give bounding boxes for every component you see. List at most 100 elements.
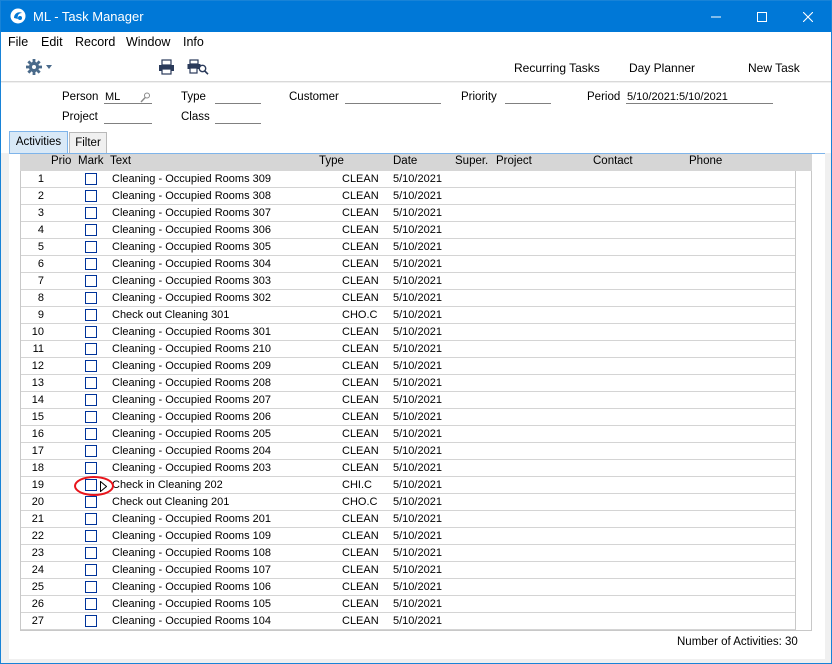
row-mark-checkbox[interactable] (85, 462, 97, 474)
menu-window[interactable]: Window (126, 35, 170, 49)
row-mark-checkbox[interactable] (85, 275, 97, 287)
column-date[interactable]: Date (393, 155, 417, 167)
customer-field[interactable] (345, 91, 441, 104)
row-mark-checkbox[interactable] (85, 564, 97, 576)
row-mark-checkbox[interactable] (85, 326, 97, 338)
row-mark-checkbox[interactable] (85, 615, 97, 627)
row-prio: 13 (31, 377, 44, 389)
row-mark-checkbox[interactable] (85, 309, 97, 321)
table-row[interactable]: 1 Cleaning - Occupied Rooms 309 CLEAN 5/10/… (21, 171, 795, 188)
table-row[interactable]: 19 Check in Cleaning 202 CHI.C 5/10/2021 (21, 477, 795, 494)
column-type[interactable]: Type (319, 155, 344, 167)
table-row[interactable]: 13 Cleaning - Occupied Rooms 208 CLEAN 5/10… (21, 375, 795, 392)
table-row[interactable]: 27 Cleaning - Occupied Rooms 104 CLEAN 5/10… (21, 613, 795, 630)
table-row[interactable]: 24 Cleaning - Occupied Rooms 107 CLEAN 5/10… (21, 562, 795, 579)
table-row[interactable]: 14 Cleaning - Occupied Rooms 207 CLEAN 5/10… (21, 392, 795, 409)
table-row[interactable]: 11 Cleaning - Occupied Rooms 210 CLEAN 5/10… (21, 341, 795, 358)
maximize-button[interactable] (739, 1, 785, 32)
table-row[interactable]: 5 Cleaning - Occupied Rooms 305 CLEAN 5/10/… (21, 239, 795, 256)
printer-icon (159, 59, 174, 75)
table-row[interactable]: 3 Cleaning - Occupied Rooms 307 CLEAN 5/10/… (21, 205, 795, 222)
print-preview-button[interactable] (187, 59, 209, 75)
table-row[interactable]: 20 Check out Cleaning 201 CHO.C 5/10/2021 (21, 494, 795, 511)
gear-menu-button[interactable] (25, 58, 55, 76)
print-preview-icon (187, 59, 209, 75)
column-phone[interactable]: Phone (689, 155, 722, 167)
row-mark-checkbox[interactable] (85, 445, 97, 457)
table-row[interactable]: 26 Cleaning - Occupied Rooms 105 CLEAN 5/10… (21, 596, 795, 613)
new-task-button[interactable]: New Task (748, 61, 800, 75)
print-button[interactable] (158, 59, 175, 75)
menu-file[interactable]: File (8, 35, 28, 49)
table-row[interactable]: 18 Cleaning - Occupied Rooms 203 CLEAN 5/10… (21, 460, 795, 477)
row-mark-checkbox[interactable] (85, 173, 97, 185)
row-text: Cleaning - Occupied Rooms 210 (112, 343, 271, 355)
toolbar: Recurring Tasks Day Planner New Task (1, 52, 831, 82)
table-row[interactable]: 17 Cleaning - Occupied Rooms 204 CLEAN 5/10… (21, 443, 795, 460)
menu-edit[interactable]: Edit (41, 35, 63, 49)
row-mark-checkbox[interactable] (85, 547, 97, 559)
column-super[interactable]: Super. (455, 155, 488, 167)
row-mark-checkbox[interactable] (85, 360, 97, 372)
table-row[interactable]: 6 Cleaning - Occupied Rooms 304 CLEAN 5/10/… (21, 256, 795, 273)
row-mark-checkbox[interactable] (85, 530, 97, 542)
row-mark-checkbox[interactable] (85, 377, 97, 389)
class-label: Class (181, 111, 210, 123)
row-prio: 27 (31, 615, 44, 627)
tab-activities[interactable]: Activities (9, 131, 68, 154)
table-row[interactable]: 12 Cleaning - Occupied Rooms 209 CLEAN 5/10… (21, 358, 795, 375)
recurring-tasks-button[interactable]: Recurring Tasks (514, 61, 600, 75)
tab-filter[interactable]: Filter (69, 132, 107, 153)
row-mark-checkbox[interactable] (85, 496, 97, 508)
priority-field[interactable] (505, 91, 551, 104)
row-type: CLEAN (342, 275, 379, 287)
menu-record[interactable]: Record (75, 35, 115, 49)
title-bar[interactable]: ML - Task Manager (1, 1, 831, 32)
table-row[interactable]: 2 Cleaning - Occupied Rooms 308 CLEAN 5/10/… (21, 188, 795, 205)
class-field[interactable] (215, 111, 261, 124)
table-row[interactable]: 10 Cleaning - Occupied Rooms 301 CLEAN 5/10… (21, 324, 795, 341)
row-mark-checkbox[interactable] (85, 411, 97, 423)
close-icon (803, 11, 813, 22)
table-row[interactable]: 25 Cleaning - Occupied Rooms 106 CLEAN 5/10… (21, 579, 795, 596)
project-field[interactable] (104, 111, 152, 124)
person-field[interactable]: ML (104, 91, 152, 104)
column-prio[interactable]: Prio (51, 155, 71, 167)
column-text[interactable]: Text (110, 155, 131, 167)
menu-info[interactable]: Info (183, 35, 204, 49)
table-row[interactable]: 8 Cleaning - Occupied Rooms 302 CLEAN 5/10/… (21, 290, 795, 307)
column-contact[interactable]: Contact (593, 155, 633, 167)
row-mark-checkbox[interactable] (85, 292, 97, 304)
table-row[interactable]: 9 Check out Cleaning 301 CHO.C 5/10/2021 (21, 307, 795, 324)
row-mark-checkbox[interactable] (85, 224, 97, 236)
table-row[interactable]: 16 Cleaning - Occupied Rooms 205 CLEAN 5/10… (21, 426, 795, 443)
row-mark-checkbox[interactable] (85, 394, 97, 406)
row-mark-checkbox[interactable] (85, 241, 97, 253)
row-mark-checkbox[interactable] (85, 258, 97, 270)
row-mark-checkbox[interactable] (85, 513, 97, 525)
row-mark-checkbox[interactable] (85, 190, 97, 202)
row-mark-checkbox[interactable] (85, 428, 97, 440)
close-button[interactable] (785, 1, 831, 32)
table-row[interactable]: 4 Cleaning - Occupied Rooms 306 CLEAN 5/10/… (21, 222, 795, 239)
column-mark[interactable]: Mark (78, 155, 104, 167)
table-row[interactable]: 22 Cleaning - Occupied Rooms 109 CLEAN 5/10… (21, 528, 795, 545)
row-text: Cleaning - Occupied Rooms 307 (112, 207, 271, 219)
type-field[interactable] (215, 91, 261, 104)
period-label: Period (587, 91, 621, 103)
minimize-button[interactable] (693, 1, 739, 32)
row-prio: 23 (31, 547, 44, 559)
row-mark-checkbox[interactable] (85, 581, 97, 593)
table-row[interactable]: 23 Cleaning - Occupied Rooms 108 CLEAN 5/10… (21, 545, 795, 562)
table-row[interactable]: 21 Cleaning - Occupied Rooms 201 CLEAN 5/10… (21, 511, 795, 528)
row-mark-checkbox[interactable] (85, 343, 97, 355)
table-row[interactable]: 15 Cleaning - Occupied Rooms 206 CLEAN 5/10… (21, 409, 795, 426)
row-mark-checkbox[interactable] (85, 207, 97, 219)
table-row[interactable]: 7 Cleaning - Occupied Rooms 303 CLEAN 5/10/… (21, 273, 795, 290)
row-text: Cleaning - Occupied Rooms 303 (112, 275, 271, 287)
row-mark-checkbox[interactable] (85, 598, 97, 610)
row-prio: 15 (31, 411, 44, 423)
day-planner-button[interactable]: Day Planner (629, 61, 695, 75)
column-project[interactable]: Project (496, 155, 532, 167)
period-field[interactable]: 5/10/2021:5/10/2021 (626, 91, 773, 104)
